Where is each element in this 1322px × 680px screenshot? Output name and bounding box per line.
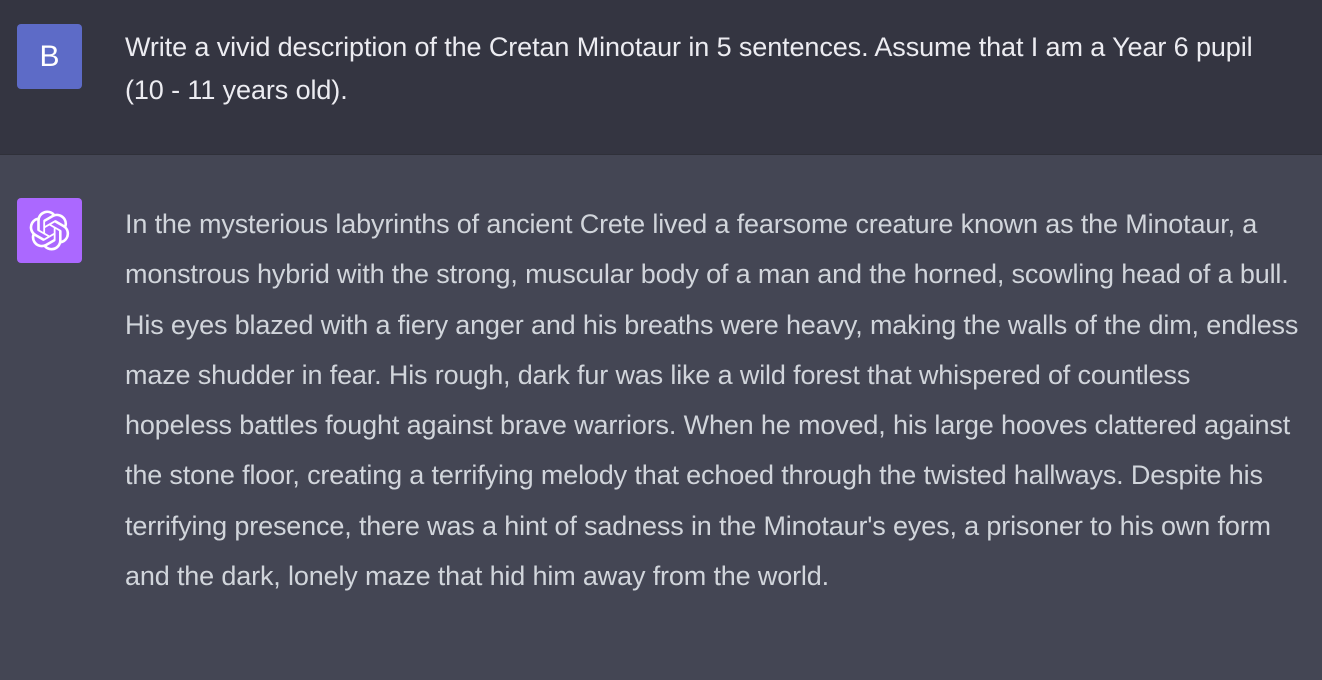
assistant-message-text: In the mysterious labyrinths of ancient … (125, 209, 1299, 592)
user-message-text: Write a vivid description of the Cretan … (125, 32, 1253, 105)
user-message-row: B Write a vivid description of the Creta… (0, 0, 1322, 155)
user-avatar: B (17, 24, 82, 89)
assistant-message-row: In the mysterious labyrinths of ancient … (0, 155, 1322, 680)
openai-logo-icon (29, 210, 70, 251)
assistant-avatar (17, 198, 82, 263)
